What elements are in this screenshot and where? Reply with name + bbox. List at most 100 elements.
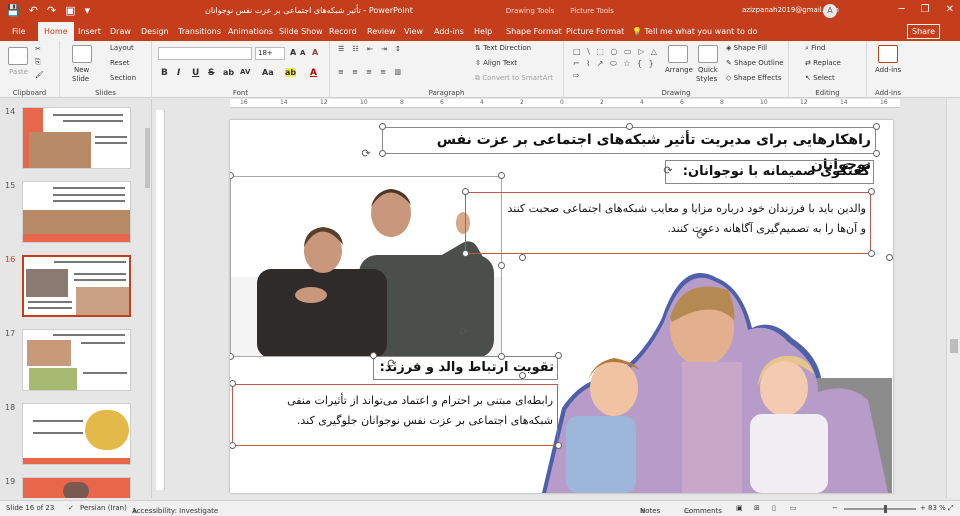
resize-handle[interactable] <box>519 372 526 379</box>
resize-handle[interactable] <box>370 352 377 359</box>
save-icon[interactable]: 💾 <box>6 4 20 17</box>
resize-handle[interactable] <box>379 123 386 130</box>
zoom-slider[interactable] <box>844 505 916 513</box>
clear-format-button[interactable]: A <box>312 48 318 57</box>
resize-handle[interactable] <box>498 262 505 269</box>
avatar[interactable]: A <box>823 4 837 18</box>
resize-handle[interactable] <box>462 188 469 195</box>
resize-handle[interactable] <box>379 150 386 157</box>
slide-thumbnail-16[interactable] <box>22 255 131 317</box>
replace-button[interactable]: ⇄ Replace <box>805 59 841 67</box>
slide-thumbnail-19[interactable] <box>22 477 131 498</box>
tab-add-ins[interactable]: Add-ins <box>434 22 464 41</box>
resize-handle[interactable] <box>230 442 236 449</box>
tab-design[interactable]: Design <box>141 22 169 41</box>
shape-fill-button[interactable]: ◈ Shape Fill <box>726 44 767 52</box>
resize-handle[interactable] <box>555 442 562 449</box>
tab-insert[interactable]: Insert <box>78 22 101 41</box>
add-ins-icon[interactable] <box>878 45 898 63</box>
arrange-button[interactable]: Arrange <box>665 66 693 74</box>
rotate-handle-icon[interactable]: ⟳ <box>386 358 398 370</box>
resize-handle[interactable] <box>868 250 875 257</box>
undo-icon[interactable]: ↶ <box>29 4 38 17</box>
spellcheck-icon[interactable]: ✓ <box>68 504 74 512</box>
font-color-button[interactable]: A <box>310 68 317 78</box>
resize-handle[interactable] <box>873 150 880 157</box>
restore-icon[interactable]: ❐ <box>921 4 930 15</box>
resize-handle[interactable] <box>519 254 526 261</box>
tab-animations[interactable]: Animations <box>228 22 273 41</box>
shapes-gallery[interactable]: □ \ ⬚ ○ ▭ ▷ △ ⌐ ⌇ ↗ ⬭ ☆ { } ⇨ <box>573 46 661 82</box>
add-ins-button[interactable]: Add-ins <box>875 66 901 74</box>
paragraph-conversation[interactable]: والدین باید با فرزندان خود درباره مزایا … <box>465 192 871 254</box>
new-slide-button[interactable]: New <box>74 66 89 74</box>
heading-parent-child[interactable]: تقویت ارتباط والد و فرزند: <box>373 356 558 380</box>
shape-outline-button[interactable]: ✎ Shape Outline <box>726 59 784 67</box>
reset-button[interactable]: Reset <box>110 59 130 67</box>
text-direction-button[interactable]: ⇅ Text Direction <box>475 44 531 52</box>
resize-handle[interactable] <box>626 123 633 130</box>
language-indicator[interactable]: Persian (Iran) <box>80 504 127 512</box>
cut-icon[interactable]: ✂ <box>35 45 41 53</box>
change-case-button[interactable]: Aa <box>262 68 274 77</box>
align-text-button[interactable]: ⇳ Align Text <box>475 59 517 67</box>
layout-button[interactable]: Layout <box>110 44 134 52</box>
tell-me-search[interactable]: 💡 Tell me what you want to do <box>632 22 757 41</box>
arrange-icon[interactable] <box>668 45 688 63</box>
vertical-ruler[interactable] <box>156 110 165 490</box>
rotate-handle-icon[interactable]: ⟳ <box>695 230 707 242</box>
slide-thumbnail-17[interactable] <box>22 329 131 391</box>
reading-view-icon[interactable]: ▯ <box>772 504 776 512</box>
character-spacing-button[interactable]: AV <box>240 68 250 76</box>
thumbnail-scrollbar[interactable] <box>145 110 150 410</box>
rotate-handle-icon[interactable]: ⟳ <box>458 326 470 338</box>
tab-shape-format[interactable]: Shape Format <box>506 22 562 41</box>
slide-scrollbar[interactable] <box>946 99 960 498</box>
tab-transitions[interactable]: Transitions <box>178 22 221 41</box>
underline-button[interactable]: U <box>192 68 199 78</box>
slide-sorter-icon[interactable]: ⊞ <box>754 504 760 512</box>
highlight-button[interactable]: ab <box>285 68 297 77</box>
font-size-field[interactable]: 18+ <box>255 47 285 60</box>
share-button[interactable]: Share <box>907 24 941 39</box>
copy-icon[interactable]: ⎘ <box>35 58 41 67</box>
quick-styles-icon[interactable] <box>698 45 718 63</box>
tab-home[interactable]: Home <box>38 22 74 41</box>
zoom-level[interactable]: 83 % <box>928 504 946 512</box>
slide-thumbnail-18[interactable] <box>22 403 131 465</box>
resize-handle[interactable] <box>886 254 893 261</box>
resize-handle[interactable] <box>462 250 469 257</box>
slideshow-icon[interactable]: ▭ <box>790 504 797 512</box>
tab-review[interactable]: Review <box>367 22 396 41</box>
quick-styles-button-2[interactable]: Styles <box>696 75 717 83</box>
shrink-font-button[interactable]: A <box>300 49 305 57</box>
italic-button[interactable]: I <box>177 68 180 78</box>
normal-view-icon[interactable]: ▣ <box>736 504 743 512</box>
zoom-out-icon[interactable]: − <box>832 504 838 512</box>
tab-slide-show[interactable]: Slide Show <box>279 22 323 41</box>
photo-family[interactable] <box>522 258 892 493</box>
new-slide-button-2[interactable]: Slide <box>72 75 89 83</box>
shape-effects-button[interactable]: ◇ Shape Effects <box>726 74 782 82</box>
heading-conversation[interactable]: گفتگوی صمیمانه با نوجوانان: <box>665 160 874 184</box>
resize-handle[interactable] <box>230 353 234 360</box>
paragraph-parent-child[interactable]: رابطه‌ای مبتنی بر احترام و اعتماد می‌توا… <box>232 384 558 446</box>
format-painter-icon[interactable]: 🖌 <box>35 71 44 79</box>
close-icon[interactable]: ✕ <box>946 4 954 15</box>
minimize-icon[interactable]: ─ <box>899 4 905 15</box>
paste-button[interactable]: Paste <box>9 68 28 76</box>
bold-button[interactable]: B <box>161 68 168 78</box>
horizontal-ruler[interactable]: 16 14 12 10 8 6 4 2 0 2 4 6 8 10 12 14 16 <box>230 99 900 108</box>
slide-thumbnail-15[interactable] <box>22 181 131 243</box>
quick-styles-button[interactable]: Quick <box>698 66 718 74</box>
resize-handle[interactable] <box>498 172 505 179</box>
resize-handle[interactable] <box>555 352 562 359</box>
tab-file[interactable]: File <box>12 22 25 41</box>
select-button[interactable]: ↖ Select <box>805 74 835 82</box>
tab-help[interactable]: Help <box>474 22 492 41</box>
bullets-icon[interactable]: ☰ ☷ ⇤ ⇥ ↕ <box>338 45 404 53</box>
present-icon[interactable]: ▣ <box>65 4 75 17</box>
slide-thumbnail-14[interactable] <box>22 107 131 169</box>
resize-handle[interactable] <box>873 123 880 130</box>
find-button[interactable]: ⌕ Find <box>805 44 826 53</box>
